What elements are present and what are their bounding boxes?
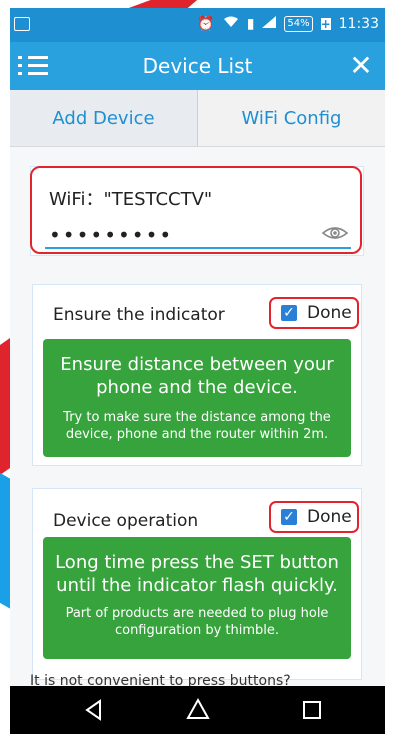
page-title: Device List bbox=[142, 54, 253, 78]
status-right: ⏰ ▮ 54% + 11:33 bbox=[197, 16, 379, 32]
gallery-notification-icon bbox=[14, 17, 30, 31]
step-card-indicator: Ensure the indicator ✓ Done Ensure dista… bbox=[32, 284, 362, 466]
wifi-signal-icon bbox=[223, 16, 239, 32]
wifi-card: WiFi："TESTCCTV" ••••••••• bbox=[30, 166, 364, 256]
wifi-ssid-label: WiFi："TESTCCTV" bbox=[49, 189, 213, 210]
done-checkbox[interactable]: ✓ Done bbox=[269, 501, 359, 533]
input-underline bbox=[45, 247, 351, 249]
done-highlight bbox=[269, 501, 359, 533]
status-bar: ⏰ ▮ 54% + 11:33 bbox=[10, 8, 385, 42]
tab-bar: Add Device WiFi Config bbox=[10, 90, 385, 147]
instruction-box: Ensure distance between your phone and t… bbox=[43, 339, 351, 457]
instruction-main: Ensure distance between your phone and t… bbox=[60, 354, 334, 398]
tab-wifi-config[interactable]: WiFi Config bbox=[197, 90, 385, 146]
instruction-main: Long time press the SET button until the… bbox=[55, 552, 339, 596]
home-icon[interactable] bbox=[184, 696, 212, 724]
sim-icon: ▮ bbox=[246, 16, 255, 32]
done-checkbox[interactable]: ✓ Done bbox=[269, 297, 359, 329]
alarm-icon: ⏰ bbox=[197, 16, 215, 32]
wifi-password-field[interactable]: ••••••••• bbox=[49, 223, 349, 249]
cell-signal-icon bbox=[262, 16, 277, 32]
instruction-sub: Part of products are needed to plug hole… bbox=[65, 606, 329, 638]
instruction-sub: Try to make sure the distance among the … bbox=[63, 410, 331, 442]
eye-icon[interactable] bbox=[321, 221, 349, 245]
step-card-device-operation: Device operation ✓ Done Long time press … bbox=[32, 488, 362, 680]
app-bar: Device List ✕ bbox=[10, 42, 385, 90]
navigation-bar bbox=[10, 686, 385, 734]
done-highlight bbox=[269, 297, 359, 329]
back-icon[interactable] bbox=[80, 696, 108, 724]
battery-indicator: 54% bbox=[284, 16, 313, 32]
close-icon[interactable]: ✕ bbox=[343, 48, 379, 84]
recents-icon[interactable] bbox=[298, 696, 326, 724]
tab-add-device[interactable]: Add Device bbox=[10, 90, 197, 146]
charging-icon: + bbox=[320, 17, 331, 31]
instruction-box: Long time press the SET button until the… bbox=[43, 537, 351, 659]
step-title: Ensure the indicator bbox=[53, 305, 225, 325]
main-content: WiFi："TESTCCTV" ••••••••• Ensure the ind… bbox=[10, 146, 385, 689]
status-time: 11:33 bbox=[338, 16, 379, 32]
step-title: Device operation bbox=[53, 511, 199, 531]
